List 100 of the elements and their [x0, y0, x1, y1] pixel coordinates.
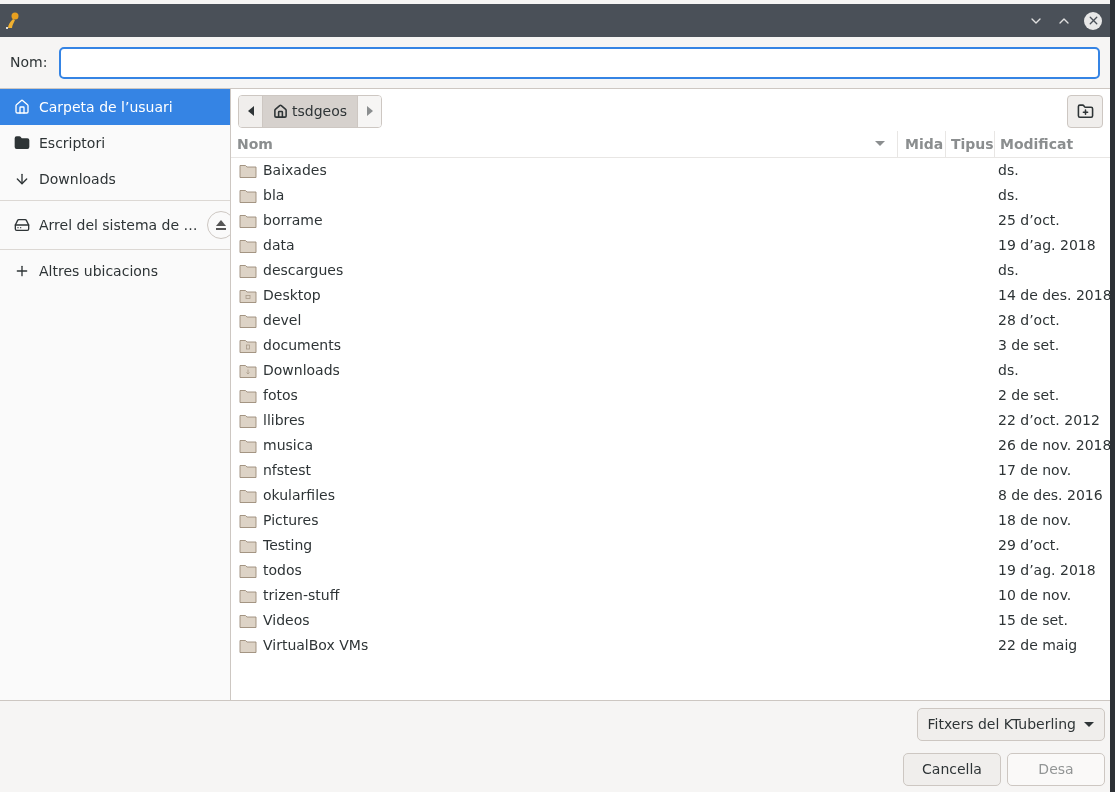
file-name: bla: [263, 186, 285, 205]
file-name: nfstest: [263, 461, 311, 480]
folder-icon: [239, 537, 257, 554]
folder-icon: [239, 612, 257, 629]
folder-icon: [239, 162, 257, 179]
modified-cell-text: ds.: [998, 161, 1020, 180]
folder-icon: [239, 412, 257, 429]
file-name: Downloads: [263, 361, 340, 380]
modified-cell-text: ds.: [998, 186, 1020, 205]
folder-icon: [239, 187, 257, 204]
file-row[interactable]: devel 28 d’oct.: [231, 308, 1110, 333]
close-button[interactable]: [1084, 11, 1102, 30]
modified-cell-text: ds.: [998, 261, 1020, 280]
home-icon: [14, 99, 30, 115]
folder-icon: [239, 287, 257, 304]
modified-cell-text: 26 de nov. 2018: [998, 436, 1110, 455]
folder-icon: [239, 212, 257, 229]
modified-cell-text: 3 de set.: [998, 336, 1061, 355]
file-row[interactable]: todos 19 d’ag. 2018: [231, 558, 1110, 583]
file-name: trizen-stuff: [263, 586, 340, 605]
sidebar-label: Downloads: [39, 169, 117, 189]
modified-cell-text: 15 de set.: [998, 611, 1070, 630]
modified-cell-text: 22 de maig: [998, 636, 1079, 655]
file-row[interactable]: Downloads ds.: [231, 358, 1110, 383]
folder-icon: [239, 512, 257, 529]
file-row[interactable]: bla ds.: [231, 183, 1110, 208]
file-row[interactable]: musica 26 de nov. 2018: [231, 433, 1110, 458]
file-row[interactable]: llibres 22 d’oct. 2012: [231, 408, 1110, 433]
modified-cell-text: ds.: [998, 361, 1020, 380]
modified-cell-text: 22 d’oct. 2012: [998, 411, 1101, 430]
folder-icon: [239, 337, 257, 354]
left-arrow-icon: [247, 106, 254, 116]
file-name: Videos: [263, 611, 310, 630]
file-name: VirtualBox VMs: [263, 636, 369, 655]
path-segment[interactable]: tsdgeos: [263, 95, 358, 127]
folder-icon: [14, 135, 30, 151]
sidebar-label: Altres ubicacions: [39, 261, 159, 281]
folder-icon: [239, 237, 257, 254]
name-label: Nom:: [10, 53, 48, 72]
modified-cell-text: 10 de nov.: [998, 586, 1073, 605]
new-folder-button[interactable]: [1067, 94, 1103, 128]
modified-cell-text: 2 de set.: [998, 386, 1061, 405]
folder-icon: [239, 312, 257, 329]
plus-icon: [14, 263, 30, 279]
file-row[interactable]: Pictures 18 de nov.: [231, 508, 1110, 533]
file-row[interactable]: Videos 15 de set.: [231, 608, 1110, 633]
sidebar-item[interactable]: Carpeta de l’usuari: [0, 89, 230, 125]
folder-icon: [239, 362, 257, 379]
new-folder-icon: [1076, 102, 1094, 120]
file-row[interactable]: fotos 2 de set.: [231, 383, 1110, 408]
file-row[interactable]: Desktop 14 de des. 2018: [231, 283, 1110, 308]
file-row[interactable]: VirtualBox VMs 22 de maig: [231, 633, 1110, 658]
forward-button[interactable]: [357, 95, 382, 127]
sidebar-label: Escriptori: [39, 133, 107, 153]
name-field[interactable]: [59, 46, 1100, 79]
file-row[interactable]: Baixades ds.: [231, 158, 1110, 183]
modified-cell-text: 28 d’oct.: [998, 311, 1061, 330]
caret-icon: [1084, 721, 1094, 728]
modified-cell-text: 18 de nov.: [998, 511, 1073, 530]
file-row[interactable]: trizen-stuff 10 de nov.: [231, 583, 1110, 608]
file-row[interactable]: data 19 d’ag. 2018: [231, 233, 1110, 258]
file-row[interactable]: documents 3 de set.: [231, 333, 1110, 358]
file-type-dropdown[interactable]: Fitxers del KTuberling: [916, 708, 1105, 741]
drive-icon: [14, 217, 30, 233]
file-name: devel: [263, 311, 302, 330]
folder-icon: [239, 437, 257, 454]
file-name: documents: [263, 336, 341, 355]
file-name: borrame: [263, 211, 323, 230]
modified-cell-text: 19 d’ag. 2018: [998, 236, 1097, 255]
folder-icon: [239, 587, 257, 604]
file-name: todos: [263, 561, 302, 580]
modified-cell-text: 14 de des. 2018: [998, 286, 1110, 305]
eject-icon: [214, 220, 227, 230]
file-row[interactable]: okularfiles 8 de des. 2016: [231, 483, 1110, 508]
file-name: musica: [263, 436, 313, 455]
right-arrow-icon: [366, 106, 373, 116]
modified-cell-text: 8 de des. 2016: [998, 486, 1104, 505]
sidebar-item[interactable]: Downloads: [0, 161, 230, 197]
file-row[interactable]: borrame 25 d’oct.: [231, 208, 1110, 233]
file-name: okularfiles: [263, 486, 335, 505]
cancel-button[interactable]: Cancella: [903, 753, 1001, 786]
file-name: Desktop: [263, 286, 321, 305]
back-button[interactable]: [239, 95, 263, 127]
modified-cell-text: 19 d’ag. 2018: [998, 561, 1097, 580]
file-name: Pictures: [263, 511, 319, 530]
sidebar-item[interactable]: Escriptori: [0, 125, 230, 161]
file-row[interactable]: Testing 29 d’oct.: [231, 533, 1110, 558]
folder-icon: [239, 262, 257, 279]
file-name: fotos: [263, 386, 298, 405]
file-row[interactable]: descargues ds.: [231, 258, 1110, 283]
sidebar-label: Arrel del sistema de …: [39, 215, 198, 235]
home-icon: [273, 103, 288, 119]
file-row[interactable]: nfstest 17 de nov.: [231, 458, 1110, 483]
file-name: data: [263, 236, 295, 255]
modified-cell-text: 25 d’oct.: [998, 211, 1061, 230]
folder-icon: [239, 387, 257, 404]
sort-arrow-icon: [875, 141, 885, 147]
file-name: descargues: [263, 261, 344, 280]
sidebar-label: Carpeta de l’usuari: [39, 97, 174, 117]
sidebar-item[interactable]: Altres ubicacions: [0, 253, 230, 289]
